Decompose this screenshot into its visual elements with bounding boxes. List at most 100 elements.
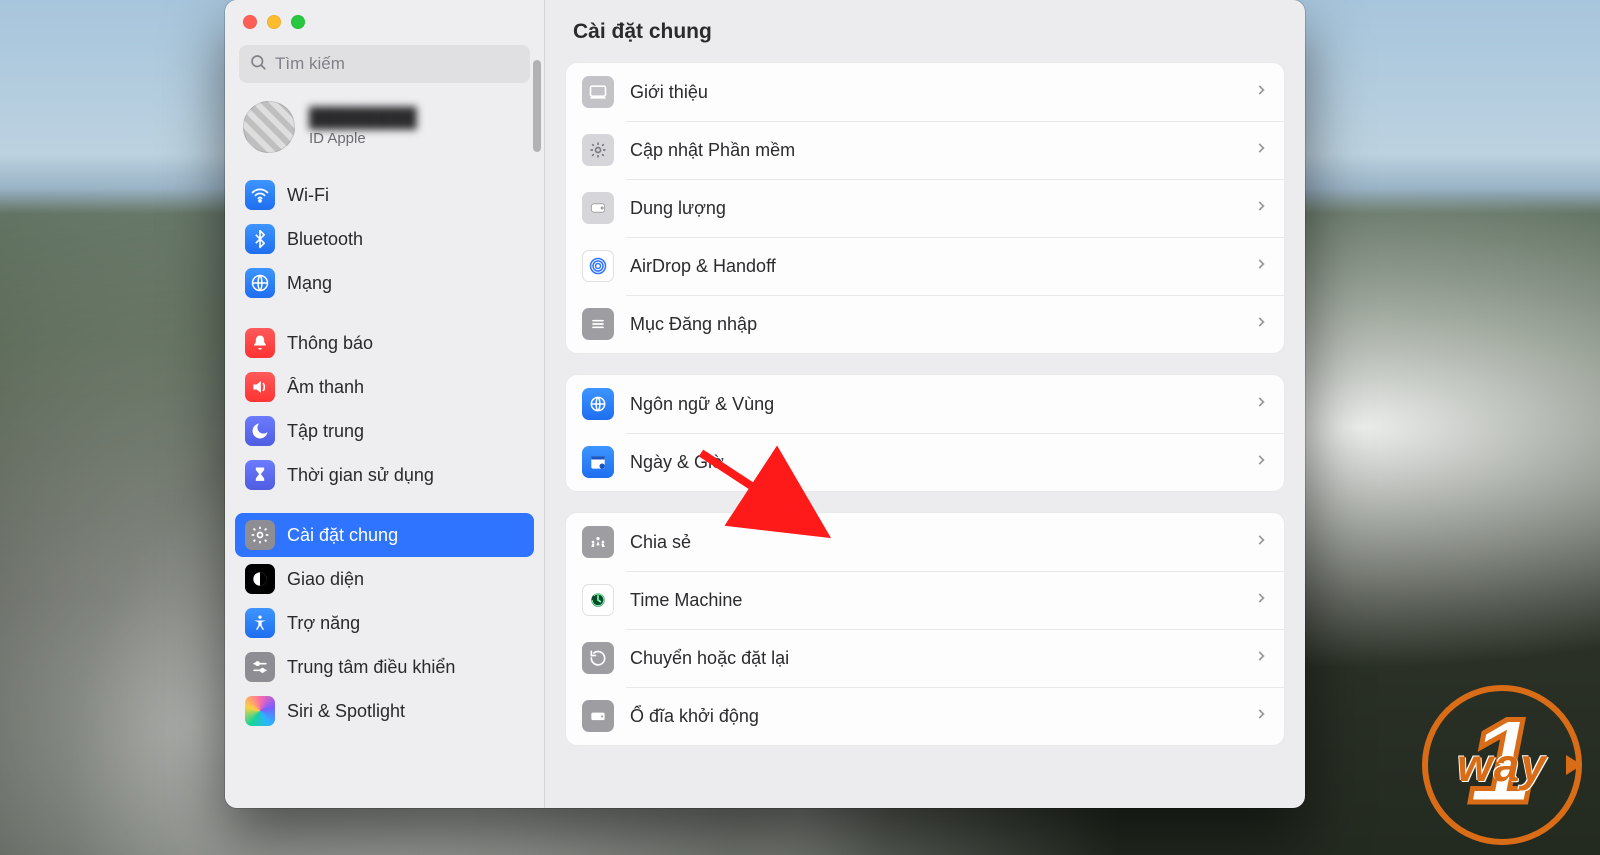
row-date-time[interactable]: Ngày & Giờ bbox=[566, 433, 1284, 491]
chevron-right-icon bbox=[1254, 453, 1268, 472]
sidebar-item-siri[interactable]: Siri & Spotlight bbox=[235, 689, 534, 733]
row-startup-disk[interactable]: Ổ đĩa khởi động bbox=[566, 687, 1284, 745]
close-button[interactable] bbox=[243, 15, 257, 29]
row-about[interactable]: Giới thiệu bbox=[566, 63, 1284, 121]
display-icon bbox=[582, 76, 614, 108]
chevron-right-icon bbox=[1254, 141, 1268, 160]
row-label: Chuyển hoặc đặt lại bbox=[630, 648, 1238, 669]
sidebar-item-bluetooth[interactable]: Bluetooth bbox=[235, 217, 534, 261]
sharing-icon bbox=[582, 526, 614, 558]
sidebar-item-label: Tập trung bbox=[287, 421, 364, 442]
chevron-right-icon bbox=[1254, 533, 1268, 552]
page-title: Cài đặt chung bbox=[545, 0, 1305, 58]
row-airdrop[interactable]: AirDrop & Handoff bbox=[566, 237, 1284, 295]
airdrop-icon bbox=[582, 250, 614, 282]
globe-icon bbox=[245, 268, 275, 298]
row-label: Time Machine bbox=[630, 590, 1238, 611]
sidebar-item-general[interactable]: Cài đặt chung bbox=[235, 513, 534, 557]
sidebar-item-wifi[interactable]: Wi-Fi bbox=[235, 173, 534, 217]
row-label: Chia sẻ bbox=[630, 532, 1238, 553]
sidebar: Tìm kiếm ████████ ID Apple Wi-Fi Bluetoo… bbox=[225, 0, 545, 808]
sidebar-item-controlcenter[interactable]: Trung tâm điều khiển bbox=[235, 645, 534, 689]
row-login-items[interactable]: Mục Đăng nhập bbox=[566, 295, 1284, 353]
sidebar-item-label: Bluetooth bbox=[287, 229, 363, 250]
row-transfer-reset[interactable]: Chuyển hoặc đặt lại bbox=[566, 629, 1284, 687]
row-label: Ngôn ngữ & Vùng bbox=[630, 394, 1238, 415]
hourglass-icon bbox=[245, 460, 275, 490]
sliders-icon bbox=[245, 652, 275, 682]
apple-id-account[interactable]: ████████ ID Apple bbox=[225, 93, 544, 171]
watermark-text: way bbox=[1457, 738, 1547, 792]
siri-icon bbox=[245, 696, 275, 726]
globe-icon bbox=[582, 388, 614, 420]
watermark-logo: 1 way bbox=[1422, 685, 1582, 845]
chevron-right-icon bbox=[1254, 649, 1268, 668]
sidebar-item-label: Cài đặt chung bbox=[287, 525, 398, 546]
window-controls bbox=[225, 0, 544, 41]
minimize-button[interactable] bbox=[267, 15, 281, 29]
row-label: Dung lượng bbox=[630, 198, 1238, 219]
speaker-icon bbox=[245, 372, 275, 402]
sidebar-item-network[interactable]: Mạng bbox=[235, 261, 534, 305]
reset-icon bbox=[582, 642, 614, 674]
gear-icon bbox=[582, 134, 614, 166]
search-icon bbox=[249, 53, 267, 76]
time-machine-icon bbox=[582, 584, 614, 616]
sidebar-item-label: Thời gian sử dụng bbox=[287, 465, 434, 486]
sidebar-item-appearance[interactable]: Giao diện bbox=[235, 557, 534, 601]
row-label: Ổ đĩa khởi động bbox=[630, 706, 1238, 727]
chevron-right-icon bbox=[1254, 257, 1268, 276]
row-label: Mục Đăng nhập bbox=[630, 314, 1238, 335]
calendar-icon bbox=[582, 446, 614, 478]
gear-icon bbox=[245, 520, 275, 550]
account-subtitle: ID Apple bbox=[309, 130, 417, 147]
chevron-right-icon bbox=[1254, 83, 1268, 102]
chevron-right-icon bbox=[1254, 395, 1268, 414]
moon-icon bbox=[245, 416, 275, 446]
panel-locale: Ngôn ngữ & Vùng Ngày & Giờ bbox=[565, 374, 1285, 492]
chevron-right-icon bbox=[1254, 707, 1268, 726]
sidebar-item-accessibility[interactable]: Trợ năng bbox=[235, 601, 534, 645]
sidebar-item-label: Trợ năng bbox=[287, 613, 360, 634]
chevron-right-icon bbox=[1254, 591, 1268, 610]
row-label: Ngày & Giờ bbox=[630, 452, 1238, 473]
startup-disk-icon bbox=[582, 700, 614, 732]
accessibility-icon bbox=[245, 608, 275, 638]
bell-icon bbox=[245, 328, 275, 358]
row-label: Cập nhật Phần mềm bbox=[630, 140, 1238, 161]
sidebar-list: Wi-Fi Bluetooth Mạng Thông báo Âm thanh bbox=[225, 171, 544, 753]
row-software-update[interactable]: Cập nhật Phần mềm bbox=[566, 121, 1284, 179]
disk-icon bbox=[582, 192, 614, 224]
content-pane: Cài đặt chung Giới thiệu Cập nhật Phần m… bbox=[545, 0, 1305, 808]
row-storage[interactable]: Dung lượng bbox=[566, 179, 1284, 237]
search-input[interactable]: Tìm kiếm bbox=[239, 45, 530, 83]
row-language-region[interactable]: Ngôn ngữ & Vùng bbox=[566, 375, 1284, 433]
sidebar-item-label: Mạng bbox=[287, 273, 332, 294]
sidebar-item-sound[interactable]: Âm thanh bbox=[235, 365, 534, 409]
sidebar-item-label: Âm thanh bbox=[287, 377, 364, 398]
wifi-icon bbox=[245, 180, 275, 210]
sidebar-item-label: Siri & Spotlight bbox=[287, 701, 405, 722]
sidebar-item-label: Thông báo bbox=[287, 333, 373, 354]
row-time-machine[interactable]: Time Machine bbox=[566, 571, 1284, 629]
appearance-icon bbox=[245, 564, 275, 594]
panel-system: Giới thiệu Cập nhật Phần mềm Dung lượng … bbox=[565, 62, 1285, 354]
fullscreen-button[interactable] bbox=[291, 15, 305, 29]
sidebar-item-label: Trung tâm điều khiển bbox=[287, 657, 455, 678]
bluetooth-icon bbox=[245, 224, 275, 254]
sidebar-item-screentime[interactable]: Thời gian sử dụng bbox=[235, 453, 534, 497]
sidebar-item-focus[interactable]: Tập trung bbox=[235, 409, 534, 453]
account-name: ████████ bbox=[309, 108, 417, 130]
chevron-right-icon bbox=[1254, 199, 1268, 218]
row-label: Giới thiệu bbox=[630, 82, 1238, 103]
panel-advanced: Chia sẻ Time Machine Chuyển hoặc đặt lại… bbox=[565, 512, 1285, 746]
sidebar-item-label: Wi-Fi bbox=[287, 185, 329, 206]
row-sharing[interactable]: Chia sẻ bbox=[566, 513, 1284, 571]
sidebar-item-notifications[interactable]: Thông báo bbox=[235, 321, 534, 365]
list-icon bbox=[582, 308, 614, 340]
row-label: AirDrop & Handoff bbox=[630, 256, 1238, 277]
search-placeholder: Tìm kiếm bbox=[275, 54, 345, 74]
sidebar-scrollbar[interactable] bbox=[533, 60, 541, 152]
system-settings-window: Tìm kiếm ████████ ID Apple Wi-Fi Bluetoo… bbox=[225, 0, 1305, 808]
chevron-right-icon bbox=[1254, 315, 1268, 334]
